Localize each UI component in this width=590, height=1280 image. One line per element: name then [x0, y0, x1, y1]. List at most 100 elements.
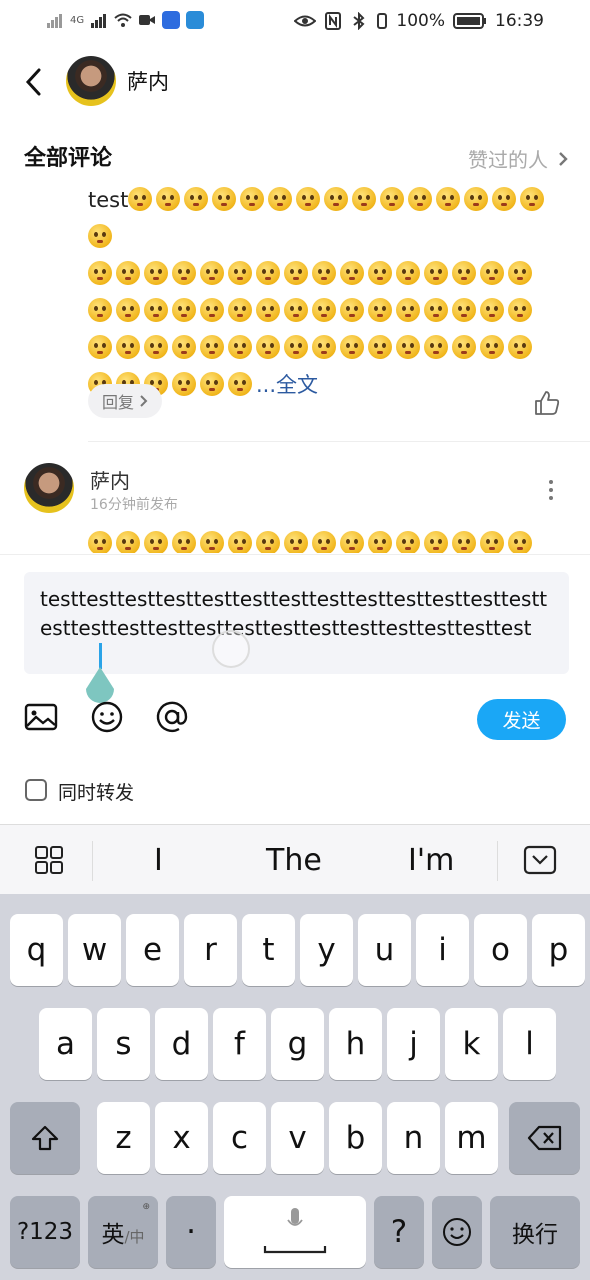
shift-key[interactable]: [10, 1102, 80, 1174]
dot-key[interactable]: ·: [166, 1196, 216, 1268]
commenter-name[interactable]: 萨内: [90, 465, 130, 494]
key-o[interactable]: o: [474, 914, 527, 986]
thinking-emoji: [200, 335, 224, 359]
key-s[interactable]: s: [97, 1008, 150, 1080]
thinking-emoji: [88, 531, 112, 553]
reply-button[interactable]: 回复: [88, 384, 163, 418]
at-mention-icon[interactable]: [155, 700, 189, 734]
suggestion-3[interactable]: I'm: [408, 843, 454, 878]
thinking-emoji: [172, 531, 196, 553]
key-q[interactable]: q: [10, 914, 63, 986]
comment-body: test ...全文: [88, 182, 558, 404]
suggestion-2[interactable]: The: [266, 843, 322, 878]
thinking-emoji: [396, 531, 420, 553]
app-notification-icon: [162, 11, 181, 29]
thinking-emoji: [436, 187, 461, 211]
key-v[interactable]: v: [271, 1102, 324, 1174]
key-a[interactable]: a: [39, 1008, 92, 1080]
thinking-emoji: [408, 187, 433, 211]
apps-grid-icon[interactable]: [34, 845, 64, 875]
key-l[interactable]: l: [503, 1008, 556, 1080]
thinking-emoji: [156, 187, 181, 211]
signal-icon-2: [91, 14, 107, 28]
keyboard-collapse-icon[interactable]: [523, 845, 557, 875]
key-d[interactable]: d: [155, 1008, 208, 1080]
key-n[interactable]: n: [387, 1102, 440, 1174]
enter-key[interactable]: 换行: [490, 1196, 580, 1268]
emoji-key[interactable]: [432, 1196, 482, 1268]
thinking-emoji: [268, 187, 293, 211]
question-key[interactable]: ?: [374, 1196, 424, 1268]
backspace-key[interactable]: [509, 1102, 580, 1174]
thinking-emoji: [284, 335, 308, 359]
more-icon[interactable]: [548, 478, 554, 502]
full-text-link[interactable]: ...全文: [256, 373, 318, 397]
suggestion-1[interactable]: I: [154, 843, 163, 878]
key-c[interactable]: c: [213, 1102, 266, 1174]
language-switch-key[interactable]: ⊕ 英/中: [88, 1196, 158, 1268]
key-u[interactable]: u: [358, 914, 411, 986]
user-name[interactable]: 萨内: [127, 66, 169, 96]
thinking-emoji: [380, 187, 405, 211]
thinking-emoji: [340, 531, 364, 553]
network-type: 4G: [70, 14, 85, 26]
thinking-emoji: [424, 261, 448, 285]
numbers-key[interactable]: ?123: [10, 1196, 80, 1268]
key-x[interactable]: x: [155, 1102, 208, 1174]
chevron-left-icon[interactable]: [22, 66, 46, 98]
thinking-emoji: [480, 261, 504, 285]
key-g[interactable]: g: [271, 1008, 324, 1080]
thinking-emoji: [88, 224, 112, 248]
comment-text: test: [88, 188, 129, 212]
thinking-emoji: [452, 531, 476, 553]
key-w[interactable]: w: [68, 914, 121, 986]
key-z[interactable]: z: [97, 1102, 150, 1174]
space-key[interactable]: [224, 1196, 366, 1268]
thinking-emoji: [88, 298, 112, 322]
key-t[interactable]: t: [242, 914, 295, 986]
key-m[interactable]: m: [445, 1102, 498, 1174]
thinking-emoji: [312, 335, 336, 359]
key-j[interactable]: j: [387, 1008, 440, 1080]
thinking-emoji: [172, 335, 196, 359]
likers-label: 赞过的人: [468, 148, 548, 172]
thumbs-up-icon[interactable]: [534, 390, 560, 416]
thinking-emoji: [312, 531, 336, 553]
key-h[interactable]: h: [329, 1008, 382, 1080]
thinking-emoji: [352, 187, 377, 211]
thinking-emoji: [116, 531, 140, 553]
key-y[interactable]: y: [300, 914, 353, 986]
key-p[interactable]: p: [532, 914, 585, 986]
thinking-emoji: [88, 335, 112, 359]
lang-sub-label: /中: [124, 1228, 145, 1246]
key-e[interactable]: e: [126, 914, 179, 986]
repost-label[interactable]: 同时转发: [58, 778, 134, 805]
key-b[interactable]: b: [329, 1102, 382, 1174]
thinking-emoji: [452, 261, 476, 285]
divider: [88, 441, 590, 442]
battery-icon: [453, 13, 486, 29]
send-button[interactable]: 发送: [477, 699, 566, 740]
chevron-right-icon: [559, 151, 568, 166]
key-k[interactable]: k: [445, 1008, 498, 1080]
thinking-emoji: [368, 298, 392, 322]
image-icon[interactable]: [24, 700, 58, 734]
thinking-emoji: [144, 261, 168, 285]
avatar[interactable]: [24, 463, 74, 513]
comment-input-text[interactable]: testtesttesttesttesttesttesttesttesttest…: [40, 585, 552, 643]
repost-checkbox[interactable]: [25, 779, 47, 801]
top-bar: 萨内: [0, 44, 590, 124]
emoji-icon[interactable]: [90, 700, 124, 734]
thinking-emoji: [396, 261, 420, 285]
microphone-icon: [263, 1208, 327, 1254]
thinking-emoji: [88, 261, 112, 285]
avatar[interactable]: [66, 56, 116, 106]
key-r[interactable]: r: [184, 914, 237, 986]
emoji-run: [88, 335, 536, 360]
key-i[interactable]: i: [416, 914, 469, 986]
likers-link[interactable]: 赞过的人: [468, 144, 568, 173]
thinking-emoji: [256, 261, 280, 285]
touch-indicator: [212, 630, 250, 668]
key-f[interactable]: f: [213, 1008, 266, 1080]
thinking-emoji: [200, 261, 224, 285]
